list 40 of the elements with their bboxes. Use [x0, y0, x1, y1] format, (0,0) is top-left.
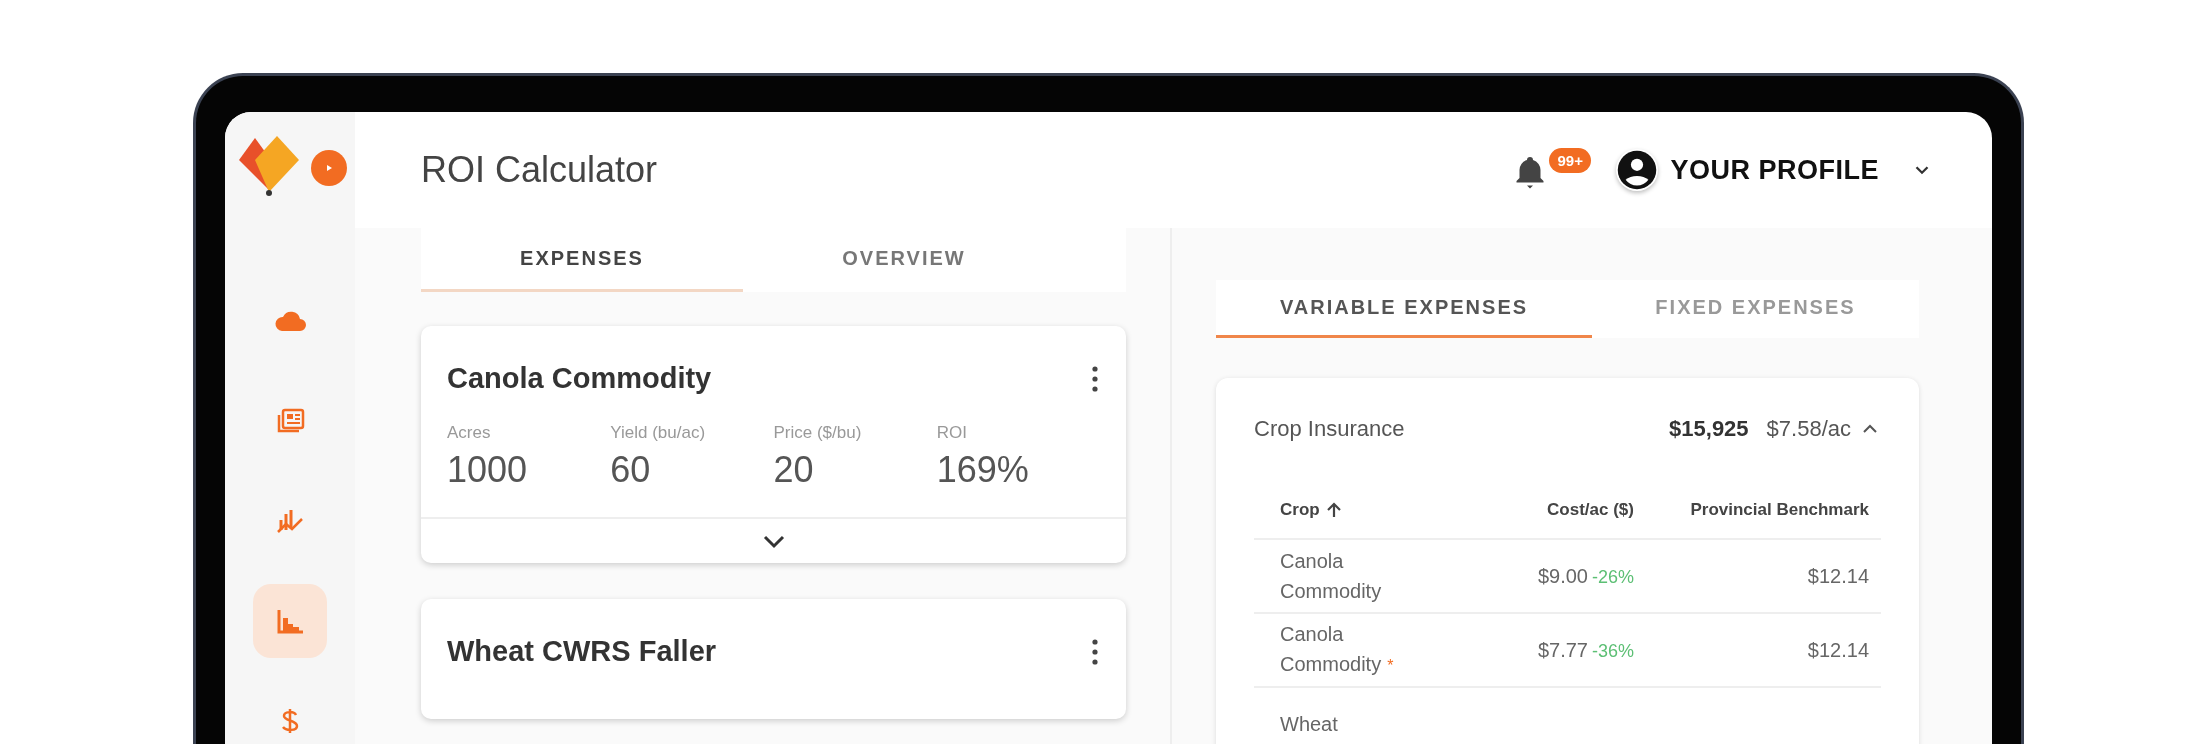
profile-name: YOUR PROFILE	[1670, 154, 1879, 186]
tab[interactable]: OVERVIEW	[743, 228, 1065, 292]
more-button[interactable]	[1090, 363, 1100, 394]
change-percent: -26%	[1591, 566, 1634, 587]
crop-cell: Canola Commodity	[1280, 623, 1382, 675]
cost-cell: $9.00	[1537, 564, 1588, 587]
column-label: Provincial Benchmark	[1690, 500, 1869, 519]
profile-menu[interactable]: YOUR PROFILE	[1616, 149, 1933, 191]
field-value: 1000	[447, 449, 529, 491]
benchmark-cell: $12.14	[1807, 565, 1869, 587]
field-label: Price ($/bu)	[773, 423, 863, 443]
crop-cell: Canola Commodity	[1280, 550, 1382, 602]
note-mark: *	[1387, 657, 1394, 674]
field-label: Acres	[447, 423, 492, 443]
cost-cell: $7.77	[1537, 638, 1588, 661]
play-button[interactable]	[311, 150, 347, 186]
column-label: Crop	[1280, 499, 1320, 519]
change-percent: -36%	[1591, 640, 1634, 661]
field-label: ROI	[936, 423, 968, 443]
column-label: Cost/ac ($)	[1547, 500, 1634, 519]
more-vertical-icon	[1090, 363, 1100, 394]
crop-name: Canola Commodity	[447, 362, 712, 395]
tab[interactable]: EXPENSES	[421, 228, 743, 292]
field-value: 169%	[936, 449, 1030, 491]
user-avatar-icon	[1616, 149, 1659, 191]
sidebar-item[interactable]	[253, 584, 327, 658]
field-value: 20	[773, 449, 815, 491]
crop-cell: Wheat	[1280, 713, 1338, 735]
expense-total: $15,925	[1669, 416, 1749, 442]
expense-name: Crop Insurance	[1254, 416, 1406, 442]
more-vertical-icon	[1090, 636, 1100, 667]
field-value: 60	[610, 449, 652, 491]
tab[interactable]: VARIABLE EXPENSES	[1216, 280, 1592, 338]
crop-name: Wheat CWRS Faller	[447, 635, 717, 668]
expense-per-acre: $7.58/ac	[1766, 416, 1851, 442]
more-button[interactable]	[1090, 636, 1100, 667]
field-label: Yield (bu/ac)	[610, 423, 707, 443]
benchmark-cell: $12.14	[1807, 639, 1869, 661]
page-title: ROI Calculator	[421, 149, 659, 191]
notification-badge: 99+	[1549, 148, 1591, 173]
